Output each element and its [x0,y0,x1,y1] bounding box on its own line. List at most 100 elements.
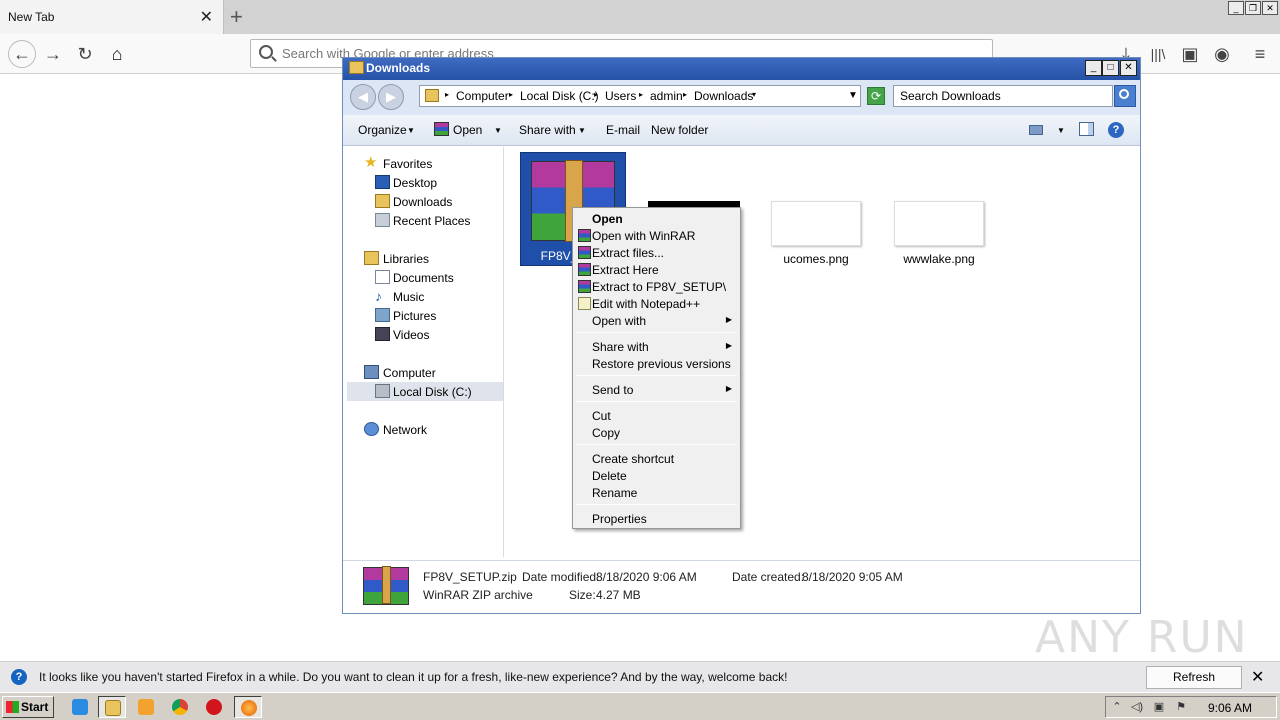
nav-recent-places[interactable]: Recent Places [347,211,503,230]
menu-item-delete[interactable]: Delete [575,467,738,484]
breadcrumb-users[interactable]: Users [605,89,636,103]
breadcrumb-local-disk[interactable]: Local Disk (C:) [520,89,599,103]
dropdown-arrow-icon[interactable]: ▼ [848,90,858,101]
chevron-down-icon[interactable]: ▼ [407,126,415,135]
menu-item-edit-notepad[interactable]: Edit with Notepad++ [575,295,738,312]
taskbar-explorer[interactable] [98,696,126,718]
back-icon[interactable]: ← [8,40,36,68]
menu-item-extract-files[interactable]: Extract files... [575,244,738,261]
menu-item-open-with-winrar[interactable]: Open with WinRAR [575,227,738,244]
search-icon[interactable] [1114,85,1136,107]
nav-documents[interactable]: Documents [347,268,503,287]
back-icon[interactable]: ◀ [350,84,376,110]
menu-icon[interactable]: ≡ [1248,42,1272,66]
nav-downloads[interactable]: Downloads [347,192,503,211]
tab-close-icon[interactable]: ✕ [200,7,213,27]
menu-item-open[interactable]: Open [575,210,738,227]
chevron-down-icon[interactable]: ▼ [578,126,586,135]
nav-libraries[interactable]: Libraries [347,249,503,268]
breadcrumb-admin[interactable]: admin [650,89,683,103]
share-with-button[interactable]: Share with [519,123,576,137]
chevron-right-icon[interactable]: ▸ [639,90,643,99]
restore-window-icon[interactable]: ❐ [1245,1,1261,15]
menu-item-copy[interactable]: Copy [575,424,738,441]
tab-new-tab[interactable]: New Tab ✕ [0,0,224,34]
detail-size-value: 4.27 MB [596,588,641,602]
nav-music[interactable]: ♪ Music [347,287,503,306]
library-icon[interactable]: |||\ [1146,42,1170,66]
action-center-flag-icon[interactable]: ⚑ [1174,700,1188,714]
volume-icon[interactable]: ◁) [1130,700,1144,714]
reload-icon[interactable]: ↻ [73,42,97,66]
menu-item-create-shortcut[interactable]: Create shortcut [575,450,738,467]
menu-item-restore-versions[interactable]: Restore previous versions [575,355,738,372]
menu-item-send-to[interactable]: Send to ▶ [575,381,738,398]
new-folder-button[interactable]: New folder [651,123,708,137]
file-item-ucomes[interactable]: ucomes.png [771,201,863,271]
nav-desktop[interactable]: Desktop [347,173,503,192]
nav-favorites[interactable]: ★ Favorites [347,154,503,173]
menu-item-properties[interactable]: Properties [575,510,738,527]
taskbar-media-player[interactable] [132,696,160,718]
sidebar-icon[interactable]: ▣ [1178,42,1202,66]
chevron-down-icon[interactable]: ▼ [494,126,502,135]
menu-item-rename[interactable]: Rename [575,484,738,501]
menu-item-open-with[interactable]: Open with ▶ [575,312,738,329]
search-input[interactable]: Search Downloads [893,85,1113,107]
detail-type: WinRAR ZIP archive [423,588,533,602]
email-button[interactable]: E-mail [606,123,640,137]
details-pane: FP8V_SETUP.zip WinRAR ZIP archive Date m… [343,560,1140,613]
forward-icon[interactable]: → [41,42,65,66]
close-icon[interactable]: ✕ [1251,667,1264,687]
taskbar-chrome[interactable] [166,696,194,718]
account-icon[interactable]: ◉ [1210,42,1234,66]
network-icon[interactable]: ▣ [1152,700,1166,714]
chevron-down-icon[interactable]: ▼ [1057,126,1065,135]
help-icon[interactable]: ? [1108,122,1124,138]
start-button[interactable]: Start [2,696,54,718]
forward-icon[interactable]: ▶ [378,84,404,110]
open-button[interactable]: Open [453,123,482,137]
clock[interactable]: 9:06 AM [1208,701,1252,715]
menu-item-extract-here[interactable]: Extract Here [575,261,738,278]
nav-computer[interactable]: Computer [347,363,503,382]
nav-videos[interactable]: Videos [347,325,503,344]
file-item-wwwlake[interactable]: wwwlake.png [894,201,986,271]
taskbar-firefox[interactable] [234,696,262,718]
minimize-icon[interactable]: _ [1085,60,1102,76]
menu-label: Copy [592,426,621,440]
maximize-icon[interactable]: □ [1102,60,1119,76]
nav-pictures[interactable]: Pictures [347,306,503,325]
breadcrumb-computer[interactable]: Computer [456,89,509,103]
show-hidden-icons-icon[interactable]: ⌃ [1110,700,1124,714]
refresh-firefox-button[interactable]: Refresh Firefox… [1146,666,1242,705]
new-tab-plus-icon[interactable]: + [230,4,243,30]
chevron-down-icon[interactable]: ▾ [752,90,756,99]
view-icon[interactable] [1029,125,1043,135]
minimize-window-icon[interactable]: _ [1228,1,1244,15]
home-icon[interactable]: ⌂ [105,42,129,66]
chevron-right-icon[interactable]: ▸ [683,90,687,99]
nav-pictures-label: Pictures [393,309,437,323]
organize-button[interactable]: Organize [358,123,407,137]
chevron-right-icon[interactable]: ▸ [594,90,598,99]
refresh-icon[interactable]: ⟳ [867,87,885,105]
menu-label: Rename [592,486,638,500]
winrar-icon [578,246,591,259]
taskbar-opera[interactable] [200,696,228,718]
nav-local-disk[interactable]: Local Disk (C:) [347,382,503,401]
computer-icon [364,365,379,379]
chevron-right-icon[interactable]: ▸ [509,90,513,99]
nav-network[interactable]: Network [347,420,503,439]
menu-item-cut[interactable]: Cut [575,407,738,424]
explorer-title-bar[interactable]: Downloads _ □ ✕ [343,58,1140,80]
close-window-icon[interactable]: ✕ [1262,1,1278,15]
menu-item-extract-to[interactable]: Extract to FP8V_SETUP\ [575,278,738,295]
chevron-right-icon[interactable]: ▸ [445,90,449,99]
preview-pane-icon[interactable] [1079,122,1094,136]
menu-item-share-with[interactable]: Share with ▶ [575,338,738,355]
taskbar-ie[interactable] [66,696,94,718]
breadcrumb[interactable]: ▸ Computer ▸ Local Disk (C:) ▸ Users ▸ a… [419,85,861,107]
close-icon[interactable]: ✕ [1120,60,1137,76]
breadcrumb-downloads[interactable]: Downloads [694,89,753,103]
